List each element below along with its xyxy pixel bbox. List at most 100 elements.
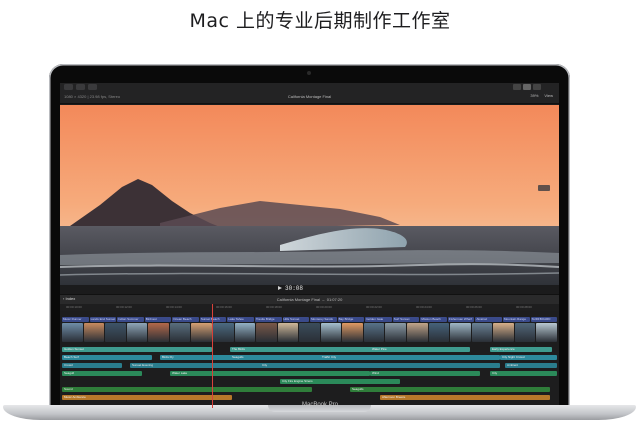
timeline-tracks[interactable]: Music Runner Lands End Sunset Indian Summe… (60, 311, 559, 408)
audio-clip[interactable]: Water Lake (170, 371, 370, 376)
video-clip-thumbnail[interactable] (126, 323, 148, 342)
audio-clip[interactable]: City Night Crowd (500, 355, 557, 360)
audio-clip[interactable]: Seagulls (350, 387, 550, 392)
title-clip[interactable]: Lake Tahoe (227, 317, 254, 322)
title-clip[interactable]: Surf Sunset (392, 317, 420, 322)
audio-clip[interactable]: City (490, 371, 557, 376)
audio-clip[interactable]: Golden Sunset (62, 347, 212, 352)
title-clip[interactable]: Music Runner (62, 317, 89, 322)
ruler-tick: 00:00:16:00 (216, 305, 232, 309)
audio-clip[interactable]: Water Pine (370, 347, 470, 352)
audio-clip[interactable]: Crowd (62, 363, 122, 368)
clip-title-row: Music Runner Lands End Sunset Indian Summe… (62, 317, 558, 322)
audio-clip[interactable]: Sound (62, 387, 312, 392)
timecode-display: 30:08 (285, 285, 304, 292)
video-clip-strip (62, 323, 557, 342)
video-clip-thumbnail[interactable] (320, 323, 342, 342)
title-clip[interactable]: Lands End Sunset (89, 317, 117, 322)
timeline-title: California Montage Final – 01:07:20 (276, 296, 343, 302)
headline: Mac 上的专业后期制作工作室 (189, 10, 451, 32)
laptop-lid: 1080 × 4320 | 23.98 fps, Stereo Californ… (49, 64, 570, 410)
video-viewer[interactable] (60, 105, 559, 285)
audio-clip[interactable]: Wind (370, 371, 480, 376)
audio-clip[interactable]: Seagull (62, 371, 142, 376)
video-clip-thumbnail[interactable] (450, 323, 471, 342)
library-toggle-icon[interactable] (513, 84, 521, 90)
video-clip-thumbnail[interactable] (105, 323, 126, 342)
video-clip-thumbnail[interactable] (514, 323, 536, 342)
ruler-tick: 00:00:24:00 (416, 305, 432, 309)
ruler-tick: 00:00:10:00 (66, 305, 82, 309)
video-clip-thumbnail[interactable] (407, 323, 428, 342)
keywords-icon[interactable] (76, 84, 85, 90)
ruler-tick: 00:00:28:00 (516, 305, 532, 309)
video-clip-thumbnail[interactable] (256, 323, 277, 342)
video-clip-thumbnail[interactable] (363, 323, 385, 342)
audio-clip[interactable]: City Fire Engine Sirens (280, 379, 400, 384)
share-icon[interactable] (88, 84, 97, 90)
video-clip-thumbnail[interactable] (169, 323, 191, 342)
video-clip-thumbnail[interactable] (148, 323, 169, 342)
ruler-tick: 00:00:12:00 (116, 305, 132, 309)
video-clip-thumbnail[interactable] (299, 323, 320, 342)
video-clip-thumbnail[interactable] (536, 323, 557, 342)
title-clip[interactable]: Monterey Sands (310, 317, 337, 322)
inspector-toggle-icon[interactable] (533, 84, 541, 90)
viewer-controls: 39% View (530, 93, 553, 98)
video-clip-thumbnail[interactable] (342, 323, 363, 342)
video-clip-thumbnail[interactable] (83, 323, 105, 342)
transport-bar: 30:08 (60, 285, 559, 293)
import-icon[interactable] (64, 84, 73, 90)
title-clip[interactable]: Alcatraz (475, 317, 502, 322)
title-clip[interactable]: Birdnest (144, 317, 172, 322)
layout-buttons (513, 84, 541, 90)
audio-clip[interactable]: Ambient (505, 363, 557, 368)
beach-sunset-image (60, 105, 559, 285)
title-clip[interactable]: Mountain Range (503, 317, 530, 322)
video-clip-thumbnail[interactable] (212, 323, 234, 342)
audio-clip[interactable]: City (260, 363, 500, 368)
playhead[interactable] (212, 304, 213, 408)
ruler-tick: 00:00:18:00 (266, 305, 282, 309)
video-clip-thumbnail[interactable] (62, 323, 83, 342)
title-clip[interactable]: Hills Sunset (282, 317, 310, 322)
view-menu[interactable]: View (544, 93, 553, 98)
app-toolbar: 1080 × 4320 | 23.98 fps, Stereo Californ… (60, 83, 559, 104)
zoom-level[interactable]: 39% (530, 93, 538, 98)
timeline-ruler[interactable]: 00:00:10:00 00:00:12:00 00:00:14:00 00:00:1… (60, 304, 559, 311)
title-clip[interactable]: Mission Beach (420, 317, 447, 322)
title-clip[interactable]: Golden Gate (365, 317, 392, 322)
title-clip[interactable]: Trestle Bridge (254, 317, 282, 322)
title-clip[interactable]: Ocean Beach (172, 317, 199, 322)
title-clip[interactable]: SURFBOARD (530, 317, 558, 322)
audio-clip[interactable]: Music Ambience (62, 395, 232, 400)
play-icon[interactable] (278, 286, 282, 290)
audio-clip[interactable]: The Birds (230, 347, 390, 352)
video-clip-thumbnail[interactable] (277, 323, 299, 342)
title-clip[interactable]: Sunset Beach (199, 317, 227, 322)
video-clip-thumbnail[interactable] (191, 323, 212, 342)
audio-clip[interactable]: Early Experience (490, 347, 552, 352)
audio-clip[interactable]: Beach Surf (62, 355, 152, 360)
audio-clip[interactable]: Sunset Evening (130, 363, 270, 368)
video-clip-thumbnail[interactable] (385, 323, 406, 342)
audio-clip[interactable]: Traffic City (320, 355, 500, 360)
camera-dot (307, 71, 311, 75)
laptop-screen: 1080 × 4320 | 23.98 fps, Stereo Californ… (60, 83, 559, 408)
timeline-project-name: California Montage Final (276, 296, 321, 302)
audio-clip[interactable]: Afternoon Breeze (380, 395, 550, 400)
video-clip-thumbnail[interactable] (493, 323, 514, 342)
video-clip-thumbnail[interactable] (471, 323, 493, 342)
video-clip-thumbnail[interactable] (234, 323, 256, 342)
ruler-tick: 00:00:14:00 (166, 305, 182, 309)
timeline-duration: 01:07:20 (326, 296, 343, 302)
ruler-tick: 00:00:22:00 (366, 305, 382, 309)
title-clip[interactable]: Bay Bridge (337, 317, 365, 322)
timeline-toggle-icon[interactable] (523, 84, 531, 90)
title-clip[interactable]: Fisherman Wharf (447, 317, 475, 322)
viewer-project-title: California Montage Final (287, 94, 332, 99)
title-clip[interactable]: Indian Summer (117, 317, 144, 322)
toolbar-left-buttons (64, 84, 97, 90)
ruler-tick: 00:00:26:00 (466, 305, 482, 309)
video-clip-thumbnail[interactable] (428, 323, 450, 342)
